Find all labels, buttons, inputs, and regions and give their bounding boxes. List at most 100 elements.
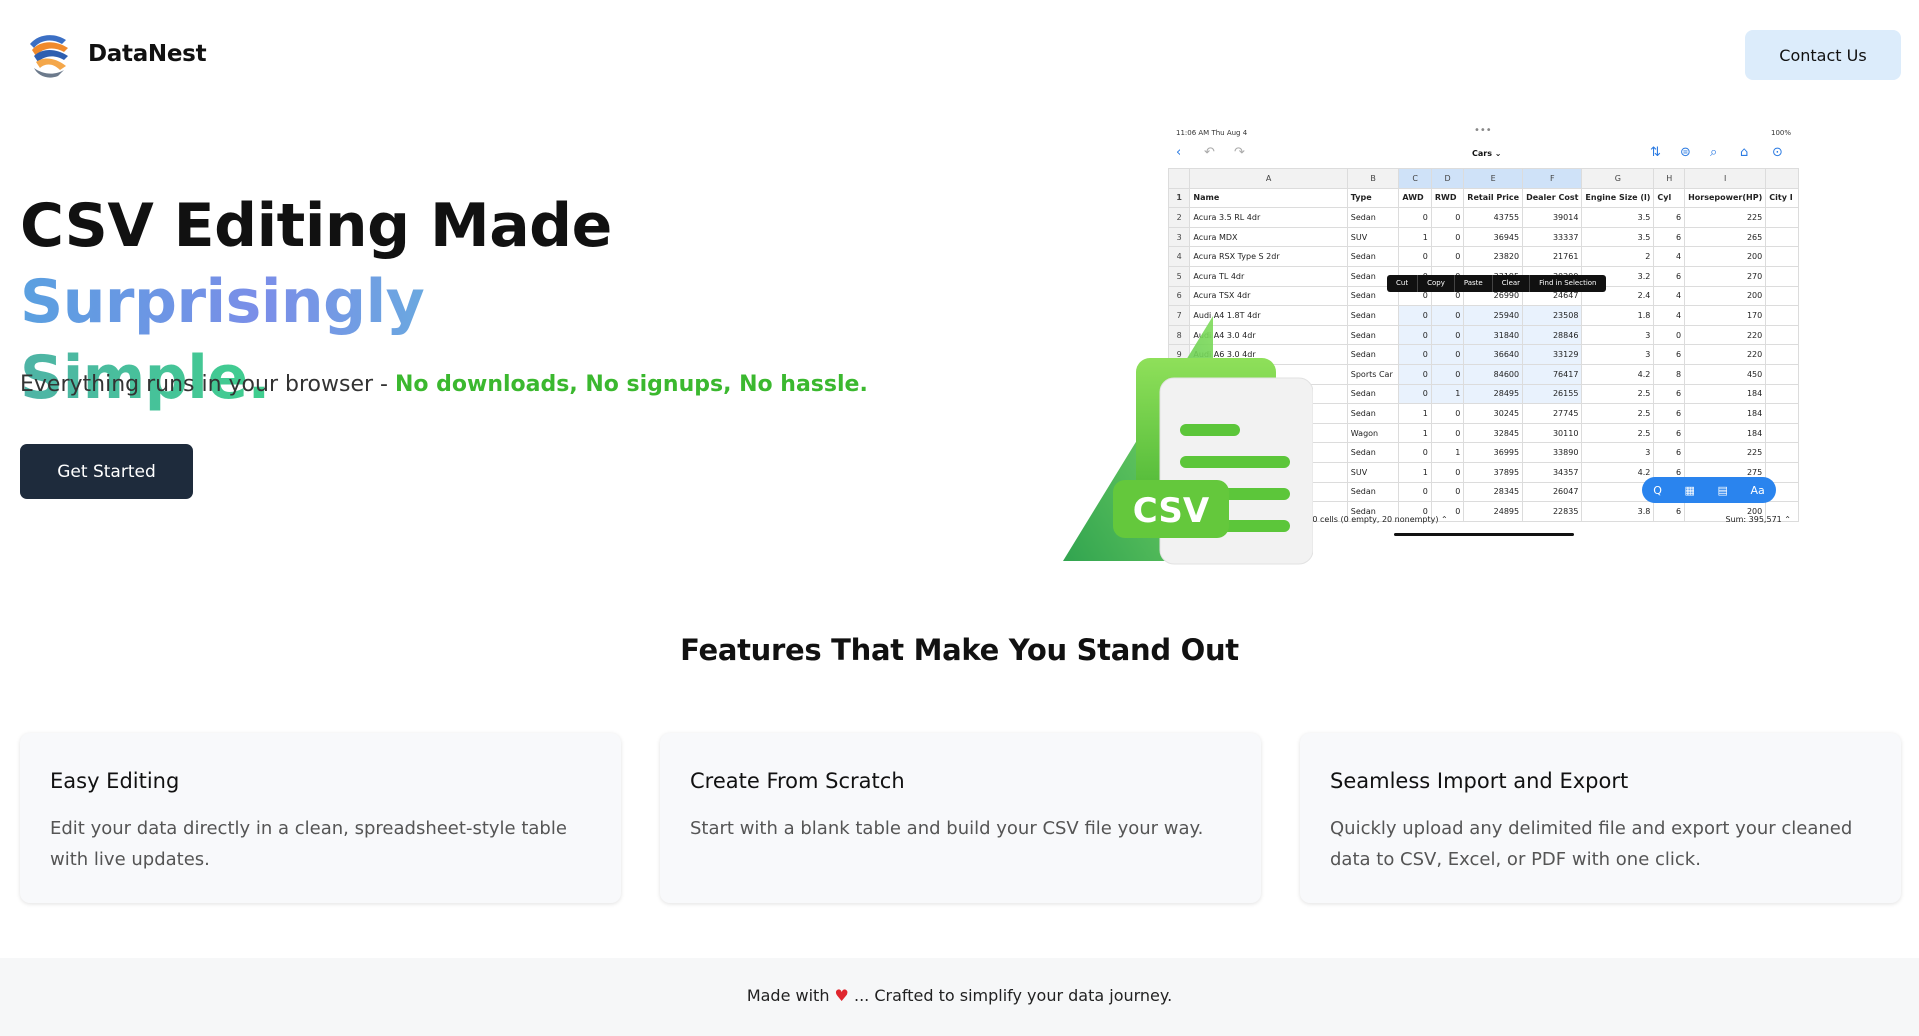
table-cell: Sedan	[1346, 383, 1400, 405]
table-cell: 30245	[1463, 403, 1524, 424]
text-format-icon: Aa	[1750, 483, 1765, 497]
table-cell: 26155	[1522, 383, 1583, 405]
table-cell	[1765, 383, 1799, 405]
table-cell: 0	[1398, 442, 1432, 463]
more-options-icon: ⊙	[1772, 145, 1783, 160]
table-cell	[1765, 344, 1799, 365]
table-cell: 6	[1653, 207, 1686, 228]
features-title: Features That Make You Stand Out	[680, 633, 1239, 667]
table-cell: 6	[1653, 422, 1686, 444]
home-indicator	[1394, 533, 1574, 536]
table-cell: 0	[1430, 324, 1465, 346]
csv-badge-text: CSV	[1133, 491, 1210, 531]
table-cell: 6	[1653, 226, 1686, 248]
field-name-row: 1 Name Type AWD RWD Retail Price Dealer Cost En…	[1168, 187, 1799, 209]
table-settings-icon: ▤	[1717, 483, 1728, 497]
table-cell: 3	[1581, 324, 1655, 346]
table-cell: 37895	[1463, 461, 1524, 483]
field-name-cell: City I	[1765, 187, 1799, 209]
sum-info: Sum: 395,571 ⌃	[1725, 515, 1791, 524]
table-cell: Acura 3.5 RL 4dr	[1189, 207, 1348, 228]
table-cell: 4.2	[1581, 363, 1655, 385]
table-cell	[1765, 285, 1799, 307]
feature-card-text: Edit your data directly in a clean, spre…	[50, 818, 567, 870]
feature-card-title: Easy Editing	[50, 769, 180, 793]
table-cell: Acura TSX 4dr	[1189, 285, 1348, 307]
table-cell: 270	[1684, 265, 1767, 287]
table-cell: Sedan	[1346, 442, 1400, 463]
floating-action-bar: Q ▦ ▤ Aa	[1642, 477, 1776, 503]
table-cell: 4.2	[1581, 461, 1655, 483]
table-cell: 3	[1581, 442, 1655, 463]
hero-subtitle-plain: Everything runs in your browser -	[20, 372, 395, 397]
table-cell: 0	[1430, 207, 1465, 228]
table-cell: 22835	[1522, 501, 1583, 522]
table-cell: 220	[1684, 344, 1767, 365]
hero-title-part2: Surprisingly	[20, 267, 425, 337]
table-row: 4 Acura RSX Type S 2dr Sedan 0 0 23820 21761 2 4…	[1168, 246, 1799, 267]
table-cell: Sedan	[1346, 246, 1400, 267]
row-header: 3	[1168, 226, 1191, 248]
table-cell	[1765, 324, 1799, 346]
table-cell: 28495	[1463, 383, 1524, 405]
mockup-toolbar: ‹ ↶ ↷ Cars ⌄ ⇅ ⊜ ⌕ ⌂ ⊙	[1168, 145, 1799, 165]
get-started-button[interactable]: Get Started	[20, 444, 193, 499]
table-cell: 28345	[1463, 481, 1524, 503]
row-header: 1	[1168, 187, 1191, 209]
table-cell: 33129	[1522, 344, 1583, 365]
table-cell: Sedan	[1346, 305, 1400, 326]
csv-file-icon: CSV	[1063, 316, 1313, 565]
hero-subtitle: Everything runs in your browser - No dow…	[20, 372, 868, 397]
feature-card-create-from-scratch: Create From Scratch Start with a blank t…	[660, 733, 1261, 903]
battery-status: 100%	[1770, 129, 1791, 137]
table-cell: 6	[1653, 344, 1686, 365]
more-dots-icon: •••	[1474, 125, 1492, 136]
column-header-row: ABCDEFGHI	[1168, 168, 1799, 189]
brand-name[interactable]: DataNest	[88, 41, 207, 67]
table-cell: 6	[1653, 442, 1686, 463]
table-cell: SUV	[1346, 461, 1400, 483]
table-cell: Sedan	[1346, 481, 1400, 503]
table-cell: Acura TL 4dr	[1189, 265, 1348, 287]
table-cell: 1	[1398, 403, 1432, 424]
table-cell: Wagon	[1346, 422, 1400, 444]
table-cell: 2.5	[1581, 403, 1655, 424]
table-cell: 23508	[1522, 305, 1583, 326]
contact-us-button[interactable]: Contact Us	[1745, 30, 1901, 80]
table-cell: 225	[1684, 442, 1767, 463]
table-cell: 2	[1581, 246, 1655, 267]
row-header: 6	[1168, 285, 1191, 307]
column-header: I	[1684, 168, 1767, 189]
context-menu-item: Clear	[1493, 275, 1531, 292]
table-cell: 84600	[1463, 363, 1524, 385]
table-cell: 450	[1684, 363, 1767, 385]
table-cell: 1	[1398, 422, 1432, 444]
site-footer: Made with ♥ ... Crafted to simplify your…	[0, 958, 1919, 1036]
table-cell: 36945	[1463, 226, 1524, 248]
heart-icon: ♥	[834, 986, 849, 1005]
table-cell: 4	[1653, 305, 1686, 326]
table-cell: 2.5	[1581, 422, 1655, 444]
table-cell: 36640	[1463, 344, 1524, 365]
field-name-cell: Dealer Cost	[1522, 187, 1583, 209]
table-cell: 0	[1398, 383, 1432, 405]
hero-subtitle-highlight: No downloads, No signups, No hassle.	[394, 372, 868, 397]
datanest-logo-icon[interactable]	[24, 30, 74, 80]
table-cell	[1765, 207, 1799, 228]
table-cell: 0	[1430, 344, 1465, 365]
table-cell: 21761	[1522, 246, 1583, 267]
field-name-cell: AWD	[1398, 187, 1432, 209]
search-icon: ⌕	[1710, 145, 1718, 160]
selection-info: s, 20 cells (0 empty, 20 nonempty) ⌃	[1298, 515, 1448, 524]
table-cell: 3	[1581, 344, 1655, 365]
feature-card-easy-editing: Easy Editing Edit your data directly in …	[20, 733, 621, 903]
table-cell	[1765, 305, 1799, 326]
table-cell: Sedan	[1346, 403, 1400, 424]
table-cell: 6	[1653, 265, 1686, 287]
column-header: E	[1463, 168, 1524, 189]
field-name-cell: Horsepower(HP)	[1684, 187, 1767, 209]
table-cell: 1	[1430, 442, 1465, 463]
table-icon: ▦	[1684, 483, 1695, 497]
device-status-time: 11:06 AM Thu Aug 4	[1176, 129, 1248, 137]
table-cell: 225	[1684, 207, 1767, 228]
